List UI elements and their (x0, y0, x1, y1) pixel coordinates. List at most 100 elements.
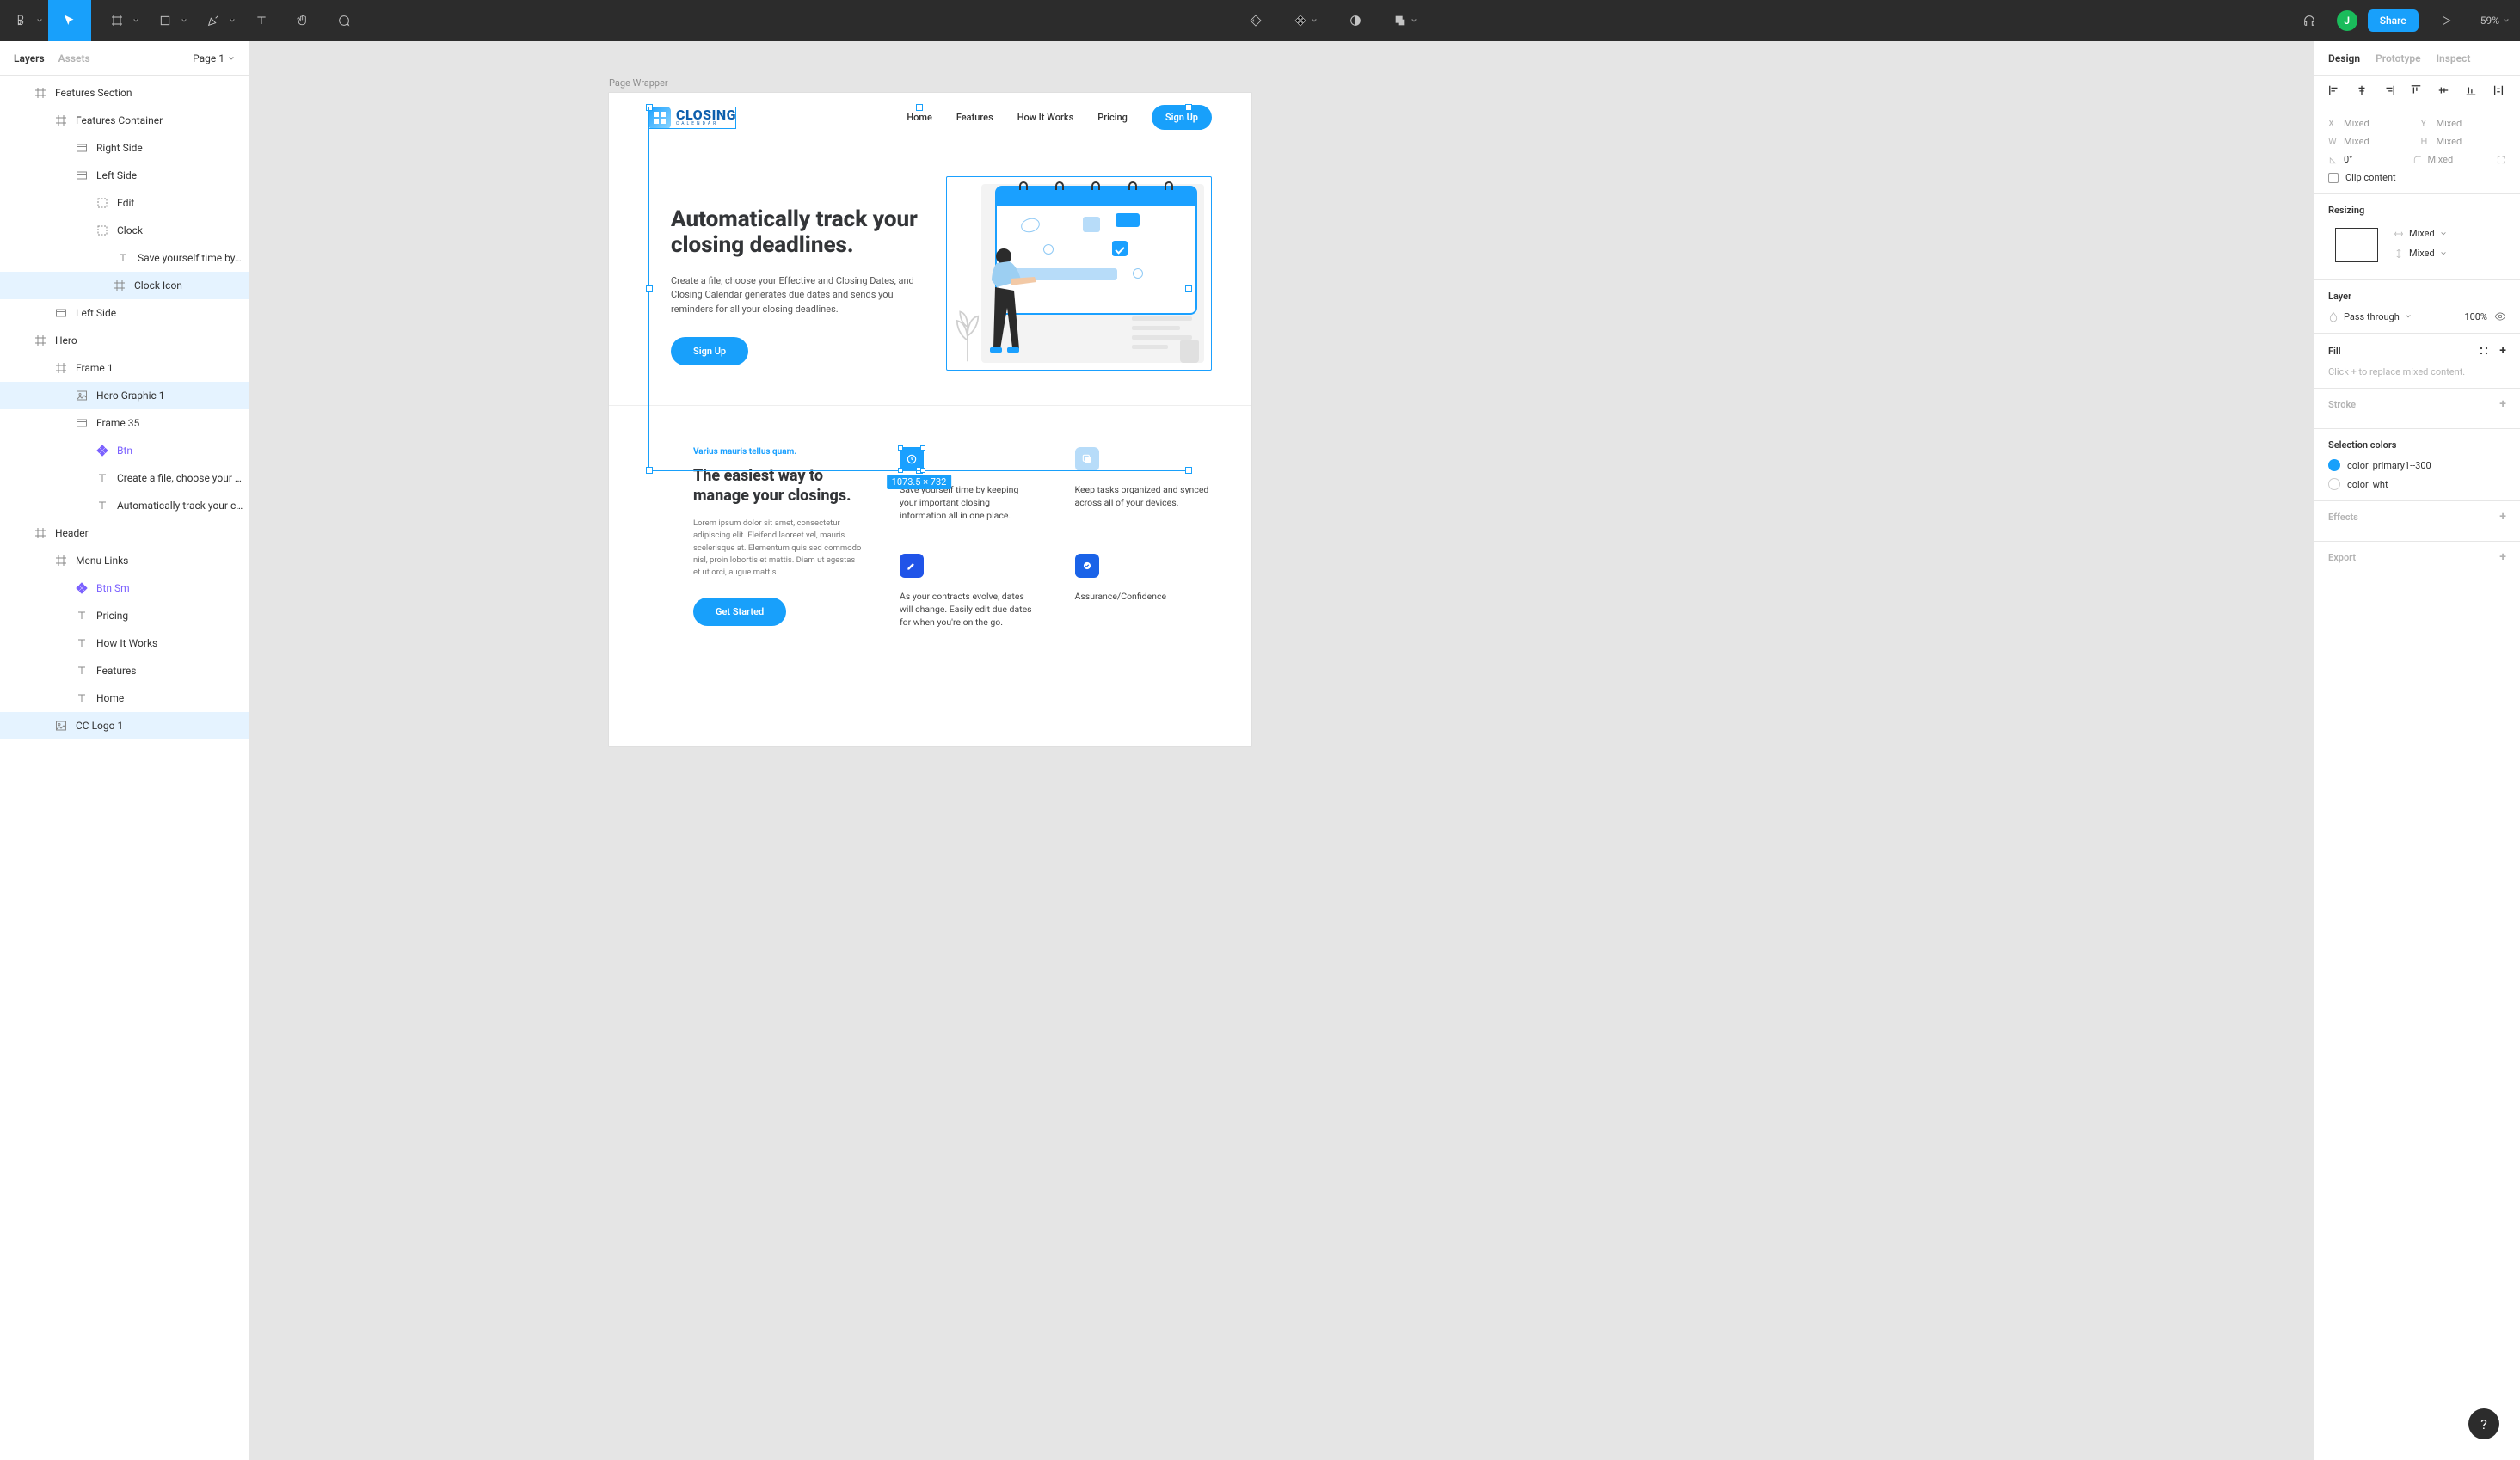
avatar[interactable]: J (2337, 10, 2357, 31)
selection-color-row[interactable]: color_primary1--300 (2328, 459, 2506, 471)
distribute-icon[interactable] (2492, 84, 2506, 98)
layer-label: Left Side (76, 307, 116, 319)
comment-tool-button[interactable] (323, 0, 365, 41)
layer-row[interactable]: Save yourself time by… (0, 244, 249, 272)
effects-add-button[interactable]: + (2499, 510, 2506, 524)
opacity-field[interactable]: 100% (2464, 311, 2487, 322)
pencil-icon (900, 554, 924, 578)
align-vcenter-icon[interactable] (2437, 84, 2451, 98)
layer-row[interactable]: CC Logo 1 (0, 712, 249, 739)
layer-row[interactable]: Hero Graphic 1 (0, 382, 249, 409)
align-hcenter-icon[interactable] (2356, 84, 2369, 98)
frame-label[interactable]: Page Wrapper (609, 77, 668, 89)
color-swatch-icon (2328, 478, 2340, 490)
layer-row[interactable]: Features Section (0, 79, 249, 107)
w-field[interactable]: WMixed (2328, 136, 2414, 147)
component-menu-button[interactable] (1294, 14, 1318, 28)
fill-add-button[interactable]: + (2499, 344, 2506, 358)
layer-row[interactable]: Clock Icon (0, 272, 249, 299)
align-top-icon[interactable] (2410, 84, 2424, 98)
layer-row[interactable]: Right Side (0, 134, 249, 162)
layer-row[interactable]: Btn Sm (0, 574, 249, 602)
layer-row[interactable]: Left Side (0, 162, 249, 189)
selection-box-logo[interactable] (648, 107, 736, 129)
tab-assets[interactable]: Assets (58, 52, 90, 64)
shape-tool-caret-icon[interactable] (181, 0, 187, 41)
share-button[interactable]: Share (2368, 9, 2419, 32)
export-section: Export + (2314, 542, 2520, 581)
canvas[interactable]: Page Wrapper CLOSING CALENDAR Home Featu… (249, 41, 2314, 1460)
resizing-horizontal-dropdown[interactable]: Mixed (2394, 228, 2447, 239)
frame-tool-caret-icon[interactable] (132, 0, 139, 41)
hand-tool-button[interactable] (282, 0, 323, 41)
blend-mode-dropdown[interactable]: Pass through (2328, 311, 2457, 322)
layer-row[interactable]: Hero (0, 327, 249, 354)
page-frame[interactable]: CLOSING CALENDAR Home Features How It Wo… (609, 93, 1251, 746)
export-add-button[interactable]: + (2499, 550, 2506, 564)
layer-row[interactable]: Home (0, 684, 249, 712)
text-tool-button[interactable] (241, 0, 282, 41)
layer-label: Btn Sm (96, 582, 130, 594)
selection-color-row[interactable]: color_wht (2328, 478, 2506, 490)
align-right-icon[interactable] (2383, 84, 2397, 98)
pen-tool-caret-icon[interactable] (229, 0, 236, 41)
boolean-ops-button[interactable] (1393, 14, 1417, 28)
layer-row[interactable]: Clock (0, 217, 249, 244)
help-button[interactable]: ? (2468, 1408, 2499, 1439)
figma-menu-caret-icon[interactable] (36, 0, 43, 41)
x-field[interactable]: XMixed (2328, 118, 2414, 129)
h-field[interactable]: HMixed (2421, 136, 2507, 147)
layer-row[interactable]: Btn (0, 437, 249, 464)
rotation-field[interactable]: 0° (2328, 154, 2406, 165)
frame-icon (55, 307, 67, 319)
layer-tree[interactable]: Features Section Features Container Right … (0, 76, 249, 1460)
align-left-icon[interactable] (2328, 84, 2342, 98)
layer-row[interactable]: Features (0, 657, 249, 684)
move-tool-caret-icon[interactable] (84, 0, 91, 41)
pen-tool-button[interactable] (193, 0, 234, 41)
reset-instance-button[interactable] (1238, 0, 1273, 41)
shape-tool-button[interactable] (144, 0, 186, 41)
tab-layers[interactable]: Layers (14, 52, 45, 64)
present-button[interactable] (2429, 0, 2463, 41)
resizing-vertical-dropdown[interactable]: Mixed (2394, 248, 2447, 259)
selection-box-clock[interactable] (900, 447, 924, 471)
y-field[interactable]: YMixed (2421, 118, 2507, 129)
layer-row[interactable]: Left Side (0, 299, 249, 327)
styles-icon[interactable] (2479, 346, 2489, 356)
clip-content-checkbox[interactable] (2328, 173, 2339, 183)
mask-button[interactable] (1338, 0, 1373, 41)
resizing-constraints-box[interactable] (2335, 228, 2378, 262)
stroke-add-button[interactable]: + (2499, 397, 2506, 411)
move-tool-button[interactable] (48, 0, 89, 41)
layer-row[interactable]: Features Container (0, 107, 249, 134)
radius-field[interactable]: Mixed (2412, 154, 2490, 165)
zoom-value: 59% (2480, 15, 2499, 27)
tab-inspect[interactable]: Inspect (2437, 52, 2471, 64)
layer-label: Features Container (76, 114, 163, 126)
layer-row[interactable]: Frame 1 (0, 354, 249, 382)
align-bottom-icon[interactable] (2465, 84, 2479, 98)
layer-row[interactable]: Edit (0, 189, 249, 217)
layer-row[interactable]: Menu Links (0, 547, 249, 574)
layer-row[interactable]: Create a file, choose your … (0, 464, 249, 492)
page-selector[interactable]: Page 1 (193, 52, 235, 64)
main-area: Layers Assets Page 1 Features SectionFea… (0, 41, 2520, 1460)
layer-row[interactable]: Pricing (0, 602, 249, 629)
layer-label: Frame 35 (96, 417, 139, 429)
independent-corners-icon[interactable] (2496, 155, 2506, 165)
transform-section: XMixed YMixed WMixed HMixed 0° Mixed (2314, 107, 2520, 194)
layer-row[interactable]: Automatically track your c… (0, 492, 249, 519)
zoom-dropdown[interactable]: 59% (2474, 15, 2510, 27)
layer-row[interactable]: Header (0, 519, 249, 547)
layer-row[interactable]: Frame 35 (0, 409, 249, 437)
tab-design[interactable]: Design (2328, 52, 2360, 64)
frame-tool-button[interactable] (96, 0, 138, 41)
person-icon (978, 244, 1038, 365)
page-nav: Home Features How It Works Pricing Sign … (907, 105, 1212, 130)
figma-menu-button[interactable] (0, 0, 41, 41)
visibility-toggle-icon[interactable] (2494, 310, 2506, 322)
headphones-icon[interactable] (2292, 0, 2326, 41)
tab-prototype[interactable]: Prototype (2376, 52, 2421, 64)
layer-row[interactable]: How It Works (0, 629, 249, 657)
